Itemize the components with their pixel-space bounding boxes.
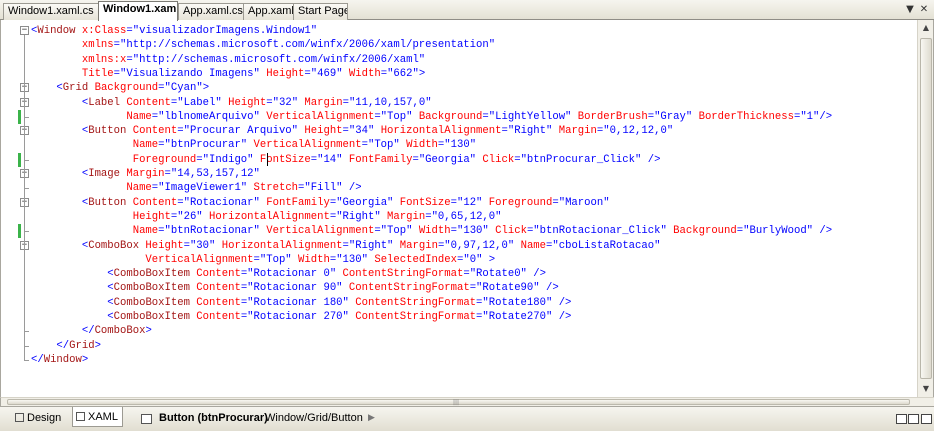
vertical-scroll-thumb[interactable] — [920, 38, 932, 379]
horizontal-split-icon[interactable] — [908, 414, 919, 424]
code-line[interactable]: <Button Content="Procurar Arquivo" Heigh… — [31, 124, 673, 138]
code-line[interactable]: Name="btnRotacionar" VerticalAlignment="… — [31, 224, 832, 238]
breadcrumb-expand-icon[interactable]: ▶ — [368, 412, 375, 423]
code-line[interactable]: xmlns="http://schemas.microsoft.com/winf… — [31, 38, 495, 52]
code-line[interactable]: </ComboBox> — [31, 324, 152, 338]
code-line[interactable]: Name="btnProcurar" VerticalAlignment="To… — [31, 138, 476, 152]
dropdown-arrow-icon[interactable]: ▼ — [904, 4, 916, 16]
code-line[interactable]: <ComboBoxItem Content="Rotacionar 0" Con… — [31, 267, 546, 281]
code-line[interactable]: <Image Margin="14,53,157,12" — [31, 167, 260, 181]
tab-window1-xaml[interactable]: Window1.xaml — [98, 1, 178, 21]
design-tab-label: Design — [27, 412, 62, 424]
code-line[interactable]: <Button Content="Rotacionar" FontFamily=… — [31, 196, 610, 210]
outline-end-tick — [24, 188, 29, 190]
element-breadcrumb[interactable]: Window/Grid/Button — [265, 412, 363, 424]
code-line[interactable]: <Label Content="Label" Height="32" Margi… — [31, 96, 432, 110]
tab-app-xaml[interactable]: App.xaml — [243, 3, 294, 20]
code-line[interactable]: <ComboBoxItem Content="Rotacionar 180" C… — [31, 296, 571, 310]
code-line[interactable]: <ComboBoxItem Content="Rotacionar 270" C… — [31, 310, 571, 324]
code-line[interactable]: VerticalAlignment="Top" Width="130" Sele… — [31, 253, 495, 267]
xaml-tab[interactable]: XAML — [72, 407, 123, 427]
scroll-up-icon[interactable]: ▲ — [919, 20, 933, 36]
code-line[interactable]: Foreground="Indigo" FontSize="14" FontFa… — [31, 153, 661, 167]
outline-guide — [24, 35, 25, 360]
tab-start-page[interactable]: Start Page — [293, 3, 348, 20]
outline-end-tick — [24, 116, 29, 118]
design-tab[interactable]: Design — [12, 410, 65, 427]
tab-window1-xaml-cs[interactable]: Window1.xaml.cs — [3, 3, 100, 20]
vertical-split-icon[interactable] — [896, 414, 907, 424]
xaml-code-editor[interactable]: <Window x:Class="visualizadorImagens.Win… — [0, 20, 934, 397]
code-line[interactable]: xmlns:x="http://schemas.microsoft.com/wi… — [31, 53, 425, 67]
code-line[interactable]: <Grid Background="Cyan"> — [31, 81, 209, 95]
design-view-icon — [15, 413, 24, 422]
code-line[interactable]: Name="lblnomeArquivo" VerticalAlignment=… — [31, 110, 832, 124]
code-line[interactable]: <ComboBoxItem Content="Rotacionar 90" Co… — [31, 281, 558, 295]
outline-end-tick — [24, 345, 29, 347]
text-caret — [266, 152, 268, 166]
outline-end-tick — [24, 159, 29, 161]
tab-app-xaml-cs[interactable]: App.xaml.cs — [178, 3, 244, 20]
selected-element-label[interactable]: Button (btnProcurar) — [159, 412, 268, 424]
designer-status-bar: Design XAML Button (btnProcurar) Window/… — [0, 406, 934, 431]
code-line[interactable]: </Window> — [31, 353, 88, 367]
code-line[interactable]: Height="26" HorizontalAlignment="Right" … — [31, 210, 502, 224]
xaml-tab-label: XAML — [88, 411, 118, 423]
code-line[interactable]: Name="ImageViewer1" Stretch="Fill" /> — [31, 181, 361, 195]
code-line[interactable]: <ComboBox Height="30" HorizontalAlignmen… — [31, 239, 661, 253]
outline-end-tick — [24, 359, 29, 361]
code-line[interactable]: <Window x:Class="visualizadorImagens.Win… — [31, 24, 317, 38]
vertical-scrollbar[interactable]: ▲ ▼ — [917, 20, 933, 397]
document-tab-strip: Window1.xaml.cs Window1.xaml App.xaml.cs Ap… — [0, 0, 934, 21]
horizontal-scrollbar[interactable]: ||| — [0, 397, 934, 406]
outline-end-tick — [24, 331, 29, 333]
close-icon[interactable]: ✕ — [918, 4, 930, 16]
collapse-pane-icon[interactable] — [921, 414, 932, 424]
collapse-region-icon[interactable]: − — [20, 26, 29, 35]
code-line[interactable]: </Grid> — [31, 339, 101, 353]
code-line[interactable]: Title="Visualizando Imagens" Height="469… — [31, 67, 425, 81]
horizontal-scroll-thumb[interactable]: ||| — [7, 399, 910, 406]
xaml-view-icon — [76, 412, 85, 421]
outline-end-tick — [24, 231, 29, 233]
code-area[interactable]: <Window x:Class="visualizadorImagens.Win… — [1, 20, 917, 397]
scroll-down-icon[interactable]: ▼ — [919, 381, 933, 397]
swap-panes-icon[interactable] — [141, 414, 152, 424]
